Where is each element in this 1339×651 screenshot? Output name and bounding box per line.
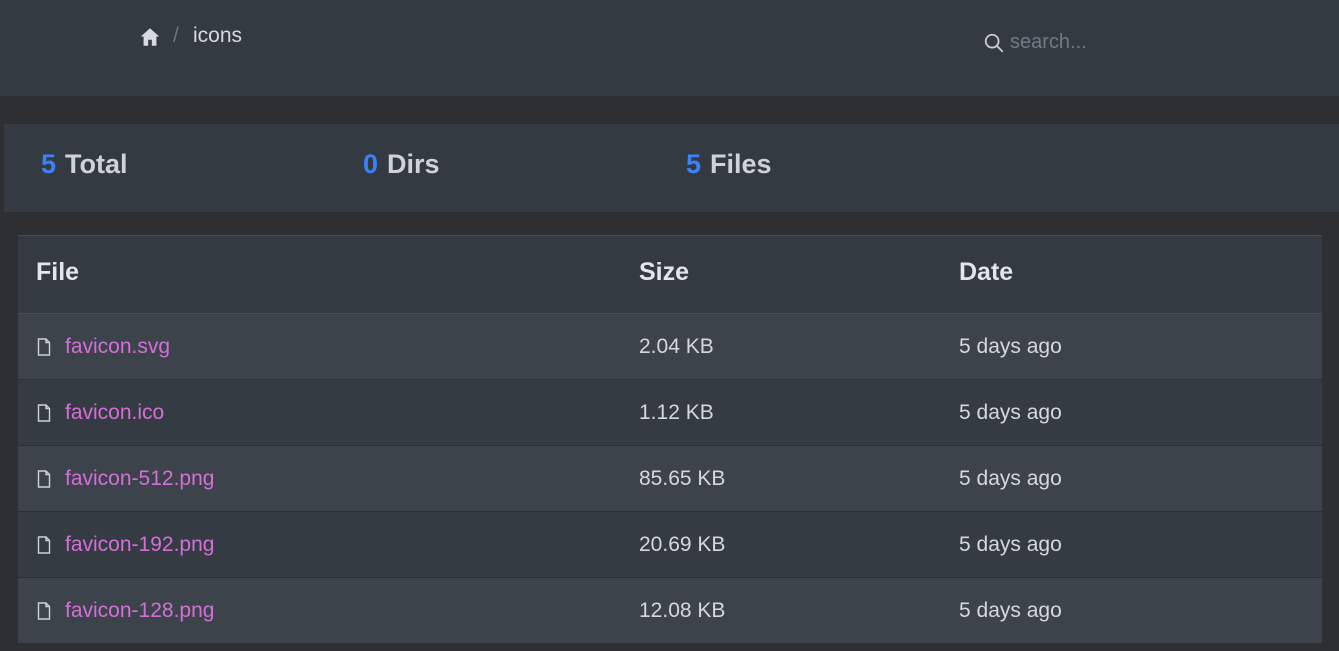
file-date: 5 days ago [959, 533, 1062, 556]
file-size: 12.08 KB [639, 599, 726, 622]
search-icon[interactable] [983, 32, 1005, 54]
table-header: File Size Date [18, 236, 1322, 314]
file-icon [37, 602, 51, 620]
file-link[interactable]: favicon.svg [65, 335, 170, 359]
stat-dirs-label: Dirs [387, 149, 440, 179]
file-link[interactable]: favicon.ico [65, 401, 164, 425]
file-link[interactable]: favicon-192.png [65, 533, 214, 557]
table-row[interactable]: favicon-512.png 85.65 KB 5 days ago [18, 446, 1322, 512]
file-date: 5 days ago [959, 467, 1062, 490]
file-icon [37, 536, 51, 554]
stat-total-count: 5 [41, 149, 57, 179]
table-row[interactable]: favicon-192.png 20.69 KB 5 days ago [18, 512, 1322, 578]
stats-panel: 5 Total 0 Dirs 5 Files [4, 124, 1339, 212]
stat-files-label: Files [710, 149, 772, 179]
file-icon [37, 470, 51, 488]
search-input[interactable] [1010, 28, 1310, 56]
file-size: 85.65 KB [639, 467, 726, 490]
file-date: 5 days ago [959, 335, 1062, 358]
stat-files-count: 5 [686, 149, 702, 179]
column-header-date[interactable]: Date [959, 258, 1013, 287]
stat-total-label: Total [65, 149, 128, 179]
home-icon[interactable] [139, 26, 161, 48]
file-link[interactable]: favicon-128.png [65, 599, 214, 623]
file-link[interactable]: favicon-512.png [65, 467, 214, 491]
stat-files: 5 Files [686, 149, 772, 180]
breadcrumb-current[interactable]: icons [193, 24, 242, 48]
table-row[interactable]: favicon.svg 2.04 KB 5 days ago [18, 314, 1322, 380]
file-date: 5 days ago [959, 599, 1062, 622]
table-row[interactable]: favicon.ico 1.12 KB 5 days ago [18, 380, 1322, 446]
column-header-file[interactable]: File [36, 258, 79, 287]
stat-dirs: 0 Dirs [363, 149, 440, 180]
file-date: 5 days ago [959, 401, 1062, 424]
file-icon [37, 338, 51, 356]
top-bar: / icons [0, 0, 1339, 96]
file-size: 20.69 KB [639, 533, 726, 556]
file-size: 1.12 KB [639, 401, 714, 424]
file-size: 2.04 KB [639, 335, 714, 358]
breadcrumb-separator: / [173, 24, 179, 47]
table-row[interactable]: favicon-128.png 12.08 KB 5 days ago [18, 578, 1322, 644]
stat-dirs-count: 0 [363, 149, 379, 179]
file-table: File Size Date favicon.svg 2.04 KB 5 day… [18, 235, 1322, 644]
stat-total: 5 Total [41, 149, 128, 180]
column-header-size[interactable]: Size [639, 258, 689, 287]
file-icon [37, 404, 51, 422]
